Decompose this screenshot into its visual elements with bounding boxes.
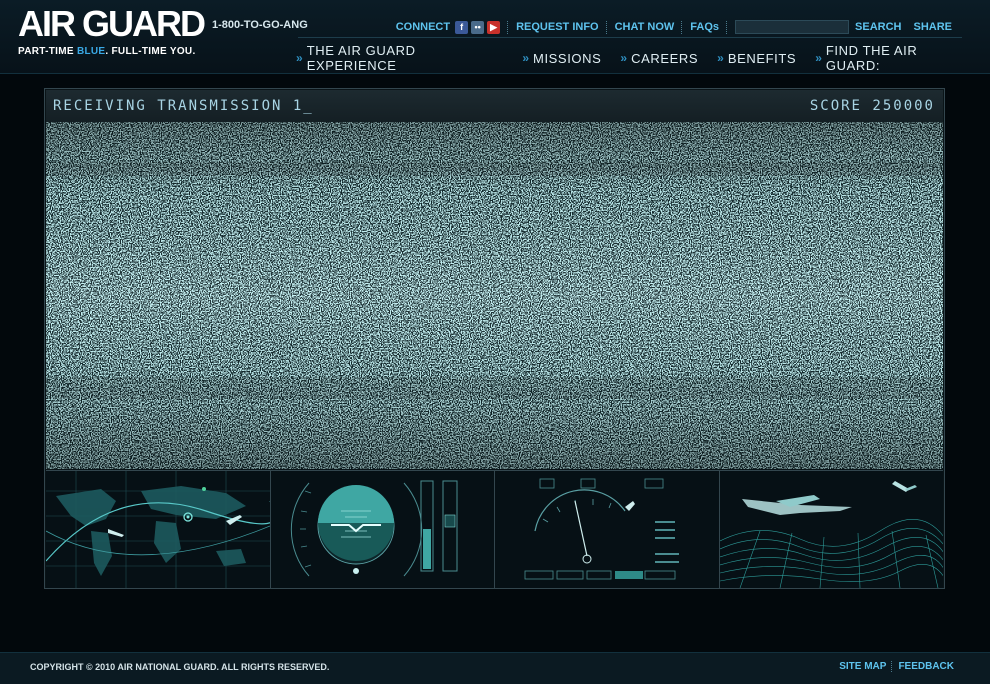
footer-links: SITE MAP FEEDBACK — [839, 661, 954, 672]
nav-label: CAREERS — [631, 50, 699, 66]
divider — [507, 20, 509, 34]
double-chevron-icon: » — [620, 51, 627, 65]
site-footer: COPYRIGHT © 2010 AIR NATIONAL GUARD. ALL… — [0, 652, 990, 684]
panel-header: RECEIVING TRANSMISSION 1_ SCORE 250000 — [46, 90, 943, 122]
world-map-icon — [46, 471, 270, 588]
tagline-part: PART-TIME — [18, 46, 77, 57]
site-header: AIR GUARD PART-TIME BLUE. FULL-TIME YOU.… — [0, 0, 990, 74]
divider — [681, 20, 683, 34]
transmission-panel: RECEIVING TRANSMISSION 1_ SCORE 250000 — [44, 88, 945, 589]
nav-label: THE AIR GUARD EXPERIENCE — [306, 43, 416, 73]
double-chevron-icon: » — [717, 51, 724, 65]
youtube-icon[interactable]: ▶ — [487, 20, 501, 34]
main-nav: » THE AIR GUARD EXPERIENCE » MISSIONS » CAR… — [296, 43, 990, 73]
thumbnail-attitude-indicator[interactable] — [270, 471, 495, 588]
nav-label: MISSIONS — [533, 50, 602, 66]
tagline-blue: BLUE — [76, 46, 106, 57]
static-noise-screen[interactable] — [46, 122, 943, 469]
phone-number: 1-800-TO-GO-ANG — [212, 19, 308, 31]
faqs-link[interactable]: FAQs — [690, 21, 719, 33]
flight-instrument-icon — [524, 478, 679, 580]
site-map-link[interactable]: SITE MAP — [839, 661, 886, 672]
thumbnail-strip — [46, 470, 943, 588]
transmission-status: RECEIVING TRANSMISSION 1_ — [53, 98, 314, 114]
nav-label: BENEFITS — [727, 50, 797, 66]
tagline-part: . FULL-TIME YOU. — [105, 46, 196, 57]
nav-item-careers[interactable]: » CAREERS — [620, 43, 698, 73]
flickr-icon[interactable]: •• — [471, 20, 485, 34]
social-links: f •• ▶ — [455, 20, 501, 34]
score-display: SCORE 250000 — [809, 98, 935, 114]
double-chevron-icon: » — [296, 51, 303, 65]
terrain-drone-icon — [719, 481, 943, 588]
share-link[interactable]: SHARE — [913, 21, 952, 33]
attitude-indicator-icon — [290, 480, 457, 577]
chat-now-link[interactable]: CHAT NOW — [615, 21, 675, 33]
nav-label: FIND THE AIR GUARD: — [825, 43, 918, 73]
feedback-link[interactable]: FEEDBACK — [898, 661, 954, 672]
search-input[interactable] — [735, 20, 850, 34]
thumbnail-world-map[interactable] — [46, 471, 271, 588]
header-divider — [298, 37, 962, 38]
facebook-icon[interactable]: f — [455, 20, 469, 34]
divider — [605, 20, 608, 34]
double-chevron-icon: » — [815, 51, 822, 65]
divider — [726, 20, 728, 34]
nav-item-find[interactable]: » FIND THE AIR GUARD: — [815, 43, 971, 73]
search-button[interactable]: SEARCH — [855, 21, 901, 33]
connect-label: CONNECT — [395, 21, 451, 33]
air-guard-logo[interactable]: AIR GUARD — [18, 6, 206, 42]
nav-item-benefits[interactable]: » BENEFITS — [717, 43, 796, 73]
thumbnail-terrain-drone[interactable] — [719, 471, 943, 588]
tagline: PART-TIME BLUE. FULL-TIME YOU. — [18, 46, 196, 57]
thumbnail-flight-instrument[interactable] — [495, 471, 720, 588]
request-info-link[interactable]: REQUEST INFO — [516, 21, 599, 33]
divider — [891, 661, 893, 672]
nav-item-missions[interactable]: » MISSIONS — [522, 43, 601, 73]
utility-nav: CONNECT f •• ▶ REQUEST INFO CHAT NOW FAQ… — [396, 19, 952, 35]
copyright-text: COPYRIGHT © 2010 AIR NATIONAL GUARD. ALL… — [30, 662, 330, 672]
static-noise-svg — [46, 122, 943, 469]
nav-item-experience[interactable]: » THE AIR GUARD EXPERIENCE — [296, 43, 503, 73]
double-chevron-icon: » — [522, 51, 529, 65]
